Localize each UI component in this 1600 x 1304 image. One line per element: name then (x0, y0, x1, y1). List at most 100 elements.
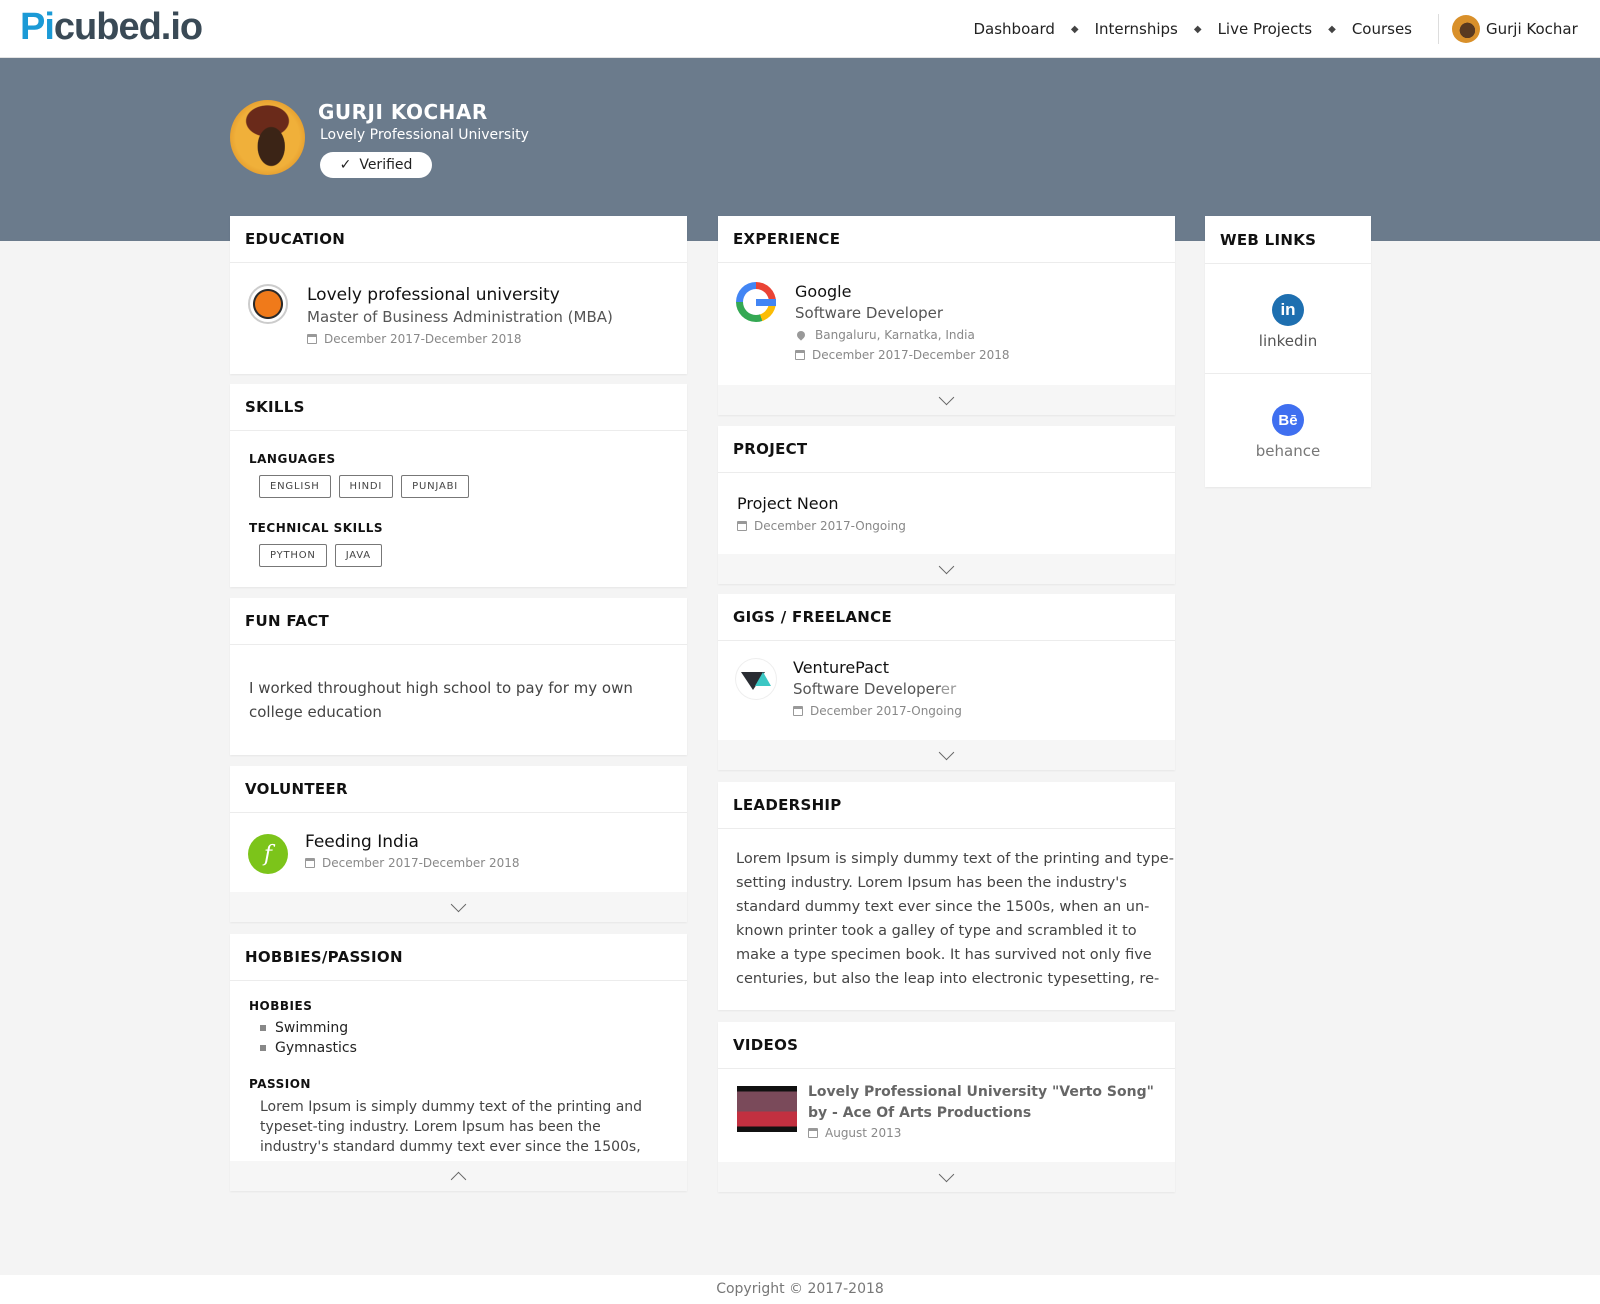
leadership-line: known printer took a galley of type and … (736, 923, 1137, 939)
leadership-card: LEADERSHIP Lorem Ipsum is simply dummy t… (718, 782, 1175, 1010)
behance-icon: Bē (1272, 404, 1304, 436)
card-title: HOBBIES/PASSION (230, 934, 687, 981)
video-title[interactable]: Lovely Professional University "Verto So… (808, 1082, 1158, 1124)
calendar-icon (737, 521, 747, 531)
expand-button[interactable] (230, 892, 687, 922)
card-title: PROJECT (718, 426, 1175, 473)
calendar-icon (795, 350, 805, 360)
chevron-up-icon (450, 1171, 467, 1187)
card-title: FUN FACT (230, 598, 687, 645)
expand-button[interactable] (718, 554, 1175, 584)
chevron-down-icon (938, 744, 955, 760)
google-logo-icon (736, 282, 776, 322)
education-dates: December 2017-December 2018 (324, 332, 522, 346)
user-name: Gurji Kochar (1486, 20, 1578, 38)
volunteer-card: VOLUNTEER f Feeding India December 2017-… (230, 766, 687, 922)
skill-tag: ENGLISH (259, 475, 331, 498)
nav-courses[interactable]: Courses (1348, 20, 1416, 38)
project-card: PROJECT Project Neon December 2017-Ongoi… (718, 426, 1175, 584)
hobbies-label: HOBBIES (249, 999, 313, 1013)
hobbies-card: HOBBIES/PASSION HOBBIES Swimming Gymnast… (230, 934, 687, 1191)
project-name: Project Neon (737, 494, 839, 513)
nav-divider (1438, 14, 1439, 44)
behance-link[interactable]: Bē behance (1205, 404, 1371, 460)
expand-button[interactable] (718, 740, 1175, 770)
collapse-button[interactable] (230, 1161, 687, 1191)
picubed-logo[interactable]: Picubed.io (20, 6, 203, 49)
volunteer-org: Feeding India (305, 832, 419, 852)
experience-role: Software Developer (795, 304, 944, 322)
experience-card: EXPERIENCE Google Software Developer Ban… (718, 216, 1175, 415)
verified-label: Verified (359, 157, 413, 173)
linkedin-label: linkedin (1258, 332, 1318, 350)
hobby-item: Swimming (258, 1018, 357, 1038)
skill-tag: PUNJABI (401, 475, 470, 498)
leadership-line: centuries, but also the leap into electr… (736, 971, 1160, 987)
videos-card: VIDEOS Lovely Professional University "V… (718, 1022, 1175, 1192)
weblinks-card: WEB LINKS in linkedin Bē behance (1205, 216, 1371, 487)
hobby-item: Gymnastics (258, 1038, 357, 1058)
leadership-line: setting industry. Lorem Ipsum has been t… (736, 875, 1127, 891)
leadership-text: Lorem Ipsum is simply dummy text of the … (736, 847, 1174, 991)
user-menu[interactable]: Gurji Kochar (1452, 14, 1578, 44)
experience-location: Bangaluru, Karnatka, India (815, 328, 975, 342)
user-avatar (1452, 15, 1480, 43)
education-card: EDUCATION Lovely professional university… (230, 216, 687, 374)
card-title: EXPERIENCE (718, 216, 1175, 263)
profile-avatar (230, 100, 305, 175)
nav-links: Dashboard ◆ Internships ◆ Live Projects … (969, 0, 1416, 58)
education-degree: Master of Business Administration (MBA) (307, 308, 613, 326)
check-icon: ✓ (339, 157, 352, 173)
nav-separator-icon: ◆ (1070, 23, 1079, 35)
calendar-icon (307, 334, 317, 344)
linkedin-icon: in (1272, 294, 1304, 326)
card-title: GIGS / FREELANCE (718, 594, 1175, 641)
venturepact-logo-icon (736, 659, 776, 699)
skill-tag: JAVA (334, 544, 382, 567)
verified-badge: ✓ Verified (320, 152, 432, 178)
divider (1205, 373, 1371, 374)
gig-role: Software Developer (793, 680, 941, 698)
card-title: VOLUNTEER (230, 766, 687, 813)
card-title: EDUCATION (230, 216, 687, 263)
gigs-card: GIGS / FREELANCE VenturePact Software De… (718, 594, 1175, 770)
education-school: Lovely professional university (307, 285, 560, 305)
technical-skills-label: TECHNICAL SKILLS (249, 521, 383, 535)
video-thumbnail[interactable] (737, 1086, 797, 1132)
experience-company: Google (795, 282, 852, 301)
location-pin-icon (795, 329, 807, 341)
chevron-down-icon (938, 1166, 955, 1182)
nav-internships[interactable]: Internships (1091, 20, 1182, 38)
volunteer-dates: December 2017-December 2018 (322, 856, 520, 870)
gig-company: VenturePact (793, 658, 889, 677)
languages-label: LANGUAGES (249, 452, 336, 466)
experience-dates: December 2017-December 2018 (812, 348, 1010, 362)
skills-card: SKILLS LANGUAGES ENGLISH HINDI PUNJABI TEC… (230, 384, 687, 587)
feeding-india-logo-icon: f (248, 834, 288, 874)
leadership-line: standard dummy text ever since the 1500s… (736, 899, 1150, 915)
leadership-line: Lorem Ipsum is simply dummy text of the … (736, 851, 1174, 867)
nav-dashboard[interactable]: Dashboard (969, 20, 1058, 38)
passion-text: Lorem Ipsum is simply dummy text of the … (260, 1099, 643, 1155)
card-title: SKILLS (230, 384, 687, 431)
gig-dates: December 2017-Ongoing (810, 704, 962, 718)
logo-rest: cubed.io (53, 6, 203, 48)
card-title: LEADERSHIP (718, 782, 1175, 829)
passion-label: PASSION (249, 1077, 311, 1091)
logo-pi: Pi (20, 6, 55, 48)
calendar-icon (793, 706, 803, 716)
chevron-down-icon (450, 896, 467, 912)
calendar-icon (808, 1128, 818, 1138)
expand-button[interactable] (718, 385, 1175, 415)
card-title: WEB LINKS (1205, 216, 1371, 264)
nav-separator-icon: ◆ (1193, 23, 1202, 35)
calendar-icon (305, 858, 315, 868)
nav-live-projects[interactable]: Live Projects (1214, 20, 1317, 38)
expand-button[interactable] (718, 1162, 1175, 1192)
project-dates: December 2017-Ongoing (754, 519, 906, 533)
profile-university: Lovely Professional University (320, 127, 529, 143)
fun-fact-text: I worked throughout high school to pay f… (249, 679, 633, 721)
linkedin-link[interactable]: in linkedin (1205, 294, 1371, 350)
skill-tag: PYTHON (259, 544, 327, 567)
lpu-logo-icon (248, 284, 288, 324)
